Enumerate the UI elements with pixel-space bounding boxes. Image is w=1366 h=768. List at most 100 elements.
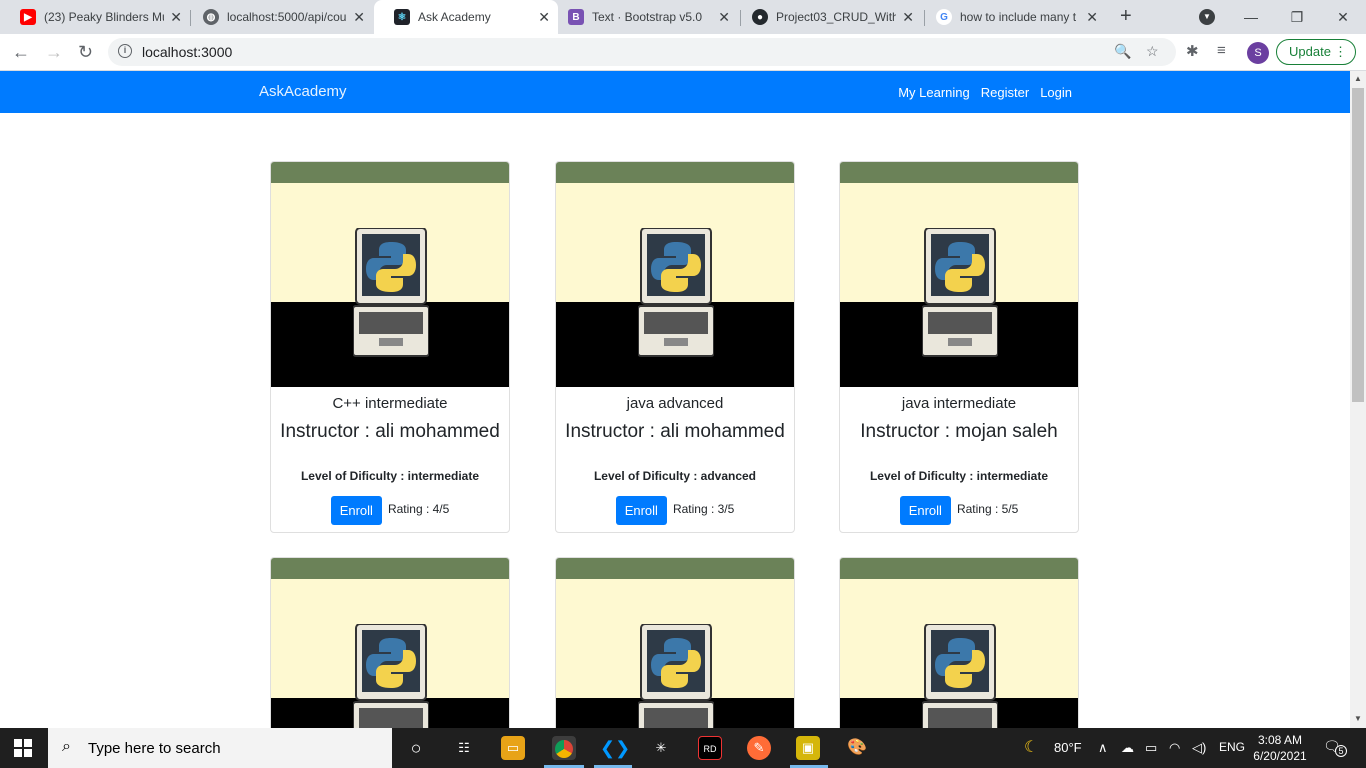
notification-center[interactable]: 🗨 5 <box>1323 738 1347 758</box>
nav-register[interactable]: Register <box>981 85 1029 100</box>
file-explorer-icon[interactable]: ▭ <box>501 736 525 760</box>
scroll-up-icon[interactable]: ▲ <box>1354 74 1362 83</box>
browser-tab-strip: ▶ (23) Peaky Blinders Mu ✕ ◍ localhost:5… <box>0 0 1366 34</box>
python-laptop-icon <box>353 228 429 357</box>
notification-count: 5 <box>1335 745 1347 757</box>
enroll-button[interactable]: Enroll <box>899 496 951 525</box>
reload-icon[interactable]: ↻ <box>78 42 93 63</box>
minimize-icon[interactable]: — <box>1228 9 1274 25</box>
taskbar-search[interactable]: ⌕ Type here to search <box>48 728 392 768</box>
tab-search-icon[interactable]: ▼ <box>1199 9 1215 25</box>
close-window-icon[interactable]: ✕ <box>1320 9 1366 26</box>
update-button[interactable]: Update ⋮ <box>1276 39 1356 65</box>
chrome-icon[interactable] <box>552 736 576 760</box>
tab-title: (23) Peaky Blinders Mu <box>44 10 164 24</box>
nav-login[interactable]: Login <box>1040 85 1072 100</box>
course-rating: Rating : 3/5 <box>672 501 735 516</box>
python-laptop-icon <box>922 624 998 728</box>
bootstrap-icon: B <box>568 9 584 25</box>
language-indicator[interactable]: ENG <box>1219 740 1245 754</box>
zoom-icon[interactable]: 🔍 <box>1114 43 1131 60</box>
course-rating: Rating : 4/5 <box>387 501 450 516</box>
course-title: java advanced <box>626 395 724 412</box>
search-icon: ⌕ <box>62 738 71 755</box>
clock-date: 6/20/2021 <box>1253 749 1307 763</box>
close-tab-icon[interactable]: ✕ <box>1086 9 1098 26</box>
profile-avatar[interactable]: S <box>1247 42 1269 64</box>
tab-title: Ask Academy <box>418 10 491 24</box>
course-title: java intermediate <box>901 395 1017 412</box>
close-tab-icon[interactable]: ✕ <box>353 9 365 26</box>
course-thumbnail <box>556 162 794 387</box>
paint-icon[interactable]: 🎨 <box>845 736 869 760</box>
cortana-icon[interactable]: ○ <box>404 736 428 760</box>
course-thumbnail <box>271 558 509 728</box>
clock-time: 3:08 AM <box>1257 733 1303 747</box>
weather-temp[interactable]: 80°F <box>1054 740 1082 755</box>
weather-moon-icon[interactable]: ☾ <box>1024 737 1038 757</box>
course-thumbnail <box>840 558 1078 728</box>
media-controls-icon[interactable]: ≡ <box>1217 42 1226 59</box>
scrollbar-thumb[interactable] <box>1352 88 1364 402</box>
course-card <box>555 557 795 728</box>
course-instructor: Instructor : ali mohammed <box>280 421 500 442</box>
windows-start-icon[interactable] <box>14 739 32 757</box>
app-navbar: AskAcademy My Learning Register Login <box>0 71 1350 113</box>
course-level: Level of Dificulty : advanced <box>593 469 757 483</box>
wifi-icon[interactable]: ◠ <box>1169 740 1180 756</box>
enroll-button[interactable]: Enroll <box>330 496 382 525</box>
course-instructor: Instructor : mojan saleh <box>860 421 1058 442</box>
system-clock[interactable]: 3:08 AM 6/20/2021 <box>1252 732 1308 764</box>
enroll-button[interactable]: Enroll <box>615 496 667 525</box>
browser-tab[interactable]: ▶ (23) Peaky Blinders Mu ✕ <box>0 0 190 34</box>
close-tab-icon[interactable]: ✕ <box>902 9 914 26</box>
course-card <box>270 557 510 728</box>
page-scrollbar[interactable]: ▲ ▼ <box>1350 71 1366 728</box>
browser-tab-active[interactable]: ⚛ Ask Academy ✕ <box>374 0 558 34</box>
task-view-icon[interactable]: ☷ <box>452 736 476 760</box>
course-level: Level of Dificulty : intermediate <box>869 469 1049 483</box>
browser-tab[interactable]: B Text · Bootstrap v5.0 ✕ <box>548 0 738 34</box>
globe-icon: ◍ <box>203 9 219 25</box>
tray-overflow-icon[interactable]: ∧ <box>1098 740 1108 756</box>
page-viewport: AskAcademy My Learning Register Login C+… <box>0 71 1350 728</box>
course-card: java intermediate Instructor : mojan sal… <box>839 161 1079 533</box>
course-thumbnail <box>556 558 794 728</box>
slack-icon[interactable]: ✳ <box>649 736 673 760</box>
close-tab-icon[interactable]: ✕ <box>718 9 730 26</box>
tab-title: localhost:5000/api/cou <box>227 10 347 24</box>
address-bar[interactable]: i localhost:3000 🔍 ☆ <box>108 38 1176 66</box>
python-laptop-icon <box>638 228 714 357</box>
browser-toolbar: ← → ↻ i localhost:3000 🔍 ☆ ✱ ≡ S Update … <box>0 34 1366 71</box>
python-laptop-icon <box>922 228 998 357</box>
extensions-icon[interactable]: ✱ <box>1186 42 1199 60</box>
tab-title: Text · Bootstrap v5.0 <box>592 10 703 24</box>
back-icon[interactable]: ← <box>12 42 30 63</box>
app-icon[interactable]: ▣ <box>796 736 820 760</box>
postman-icon[interactable]: ✎ <box>747 736 771 760</box>
browser-tab[interactable]: ◍ localhost:5000/api/cou ✕ <box>183 0 373 34</box>
volume-icon[interactable]: ◁) <box>1192 740 1206 756</box>
onedrive-icon[interactable]: ☁ <box>1121 740 1134 756</box>
url-text: localhost:3000 <box>142 44 233 60</box>
course-instructor: Instructor : ali mohammed <box>565 421 785 442</box>
window-controls: — ❐ ✕ <box>1228 0 1366 34</box>
tab-title: Project03_CRUD_With <box>776 10 896 24</box>
browser-tab[interactable]: G how to include many t ✕ <box>916 0 1106 34</box>
rider-icon[interactable]: RD <box>698 736 722 760</box>
site-info-icon[interactable]: i <box>118 44 132 58</box>
close-tab-icon[interactable]: ✕ <box>170 9 182 26</box>
battery-icon[interactable]: ▭ <box>1145 740 1157 756</box>
course-card: java advanced Instructor : ali mohammed … <box>555 161 795 533</box>
brand-link[interactable]: AskAcademy <box>259 83 347 100</box>
browser-tab[interactable]: ● Project03_CRUD_With ✕ <box>732 0 922 34</box>
course-thumbnail <box>840 162 1078 387</box>
forward-icon[interactable]: → <box>45 42 63 63</box>
nav-my-learning[interactable]: My Learning <box>898 85 970 100</box>
restore-icon[interactable]: ❐ <box>1274 9 1320 26</box>
nav-links: My Learning Register Login <box>898 85 1072 100</box>
scroll-down-icon[interactable]: ▼ <box>1354 714 1362 723</box>
new-tab-icon[interactable]: + <box>1120 5 1132 28</box>
bookmark-star-icon[interactable]: ☆ <box>1146 43 1159 60</box>
vscode-icon[interactable]: ❮❯ <box>600 736 630 760</box>
